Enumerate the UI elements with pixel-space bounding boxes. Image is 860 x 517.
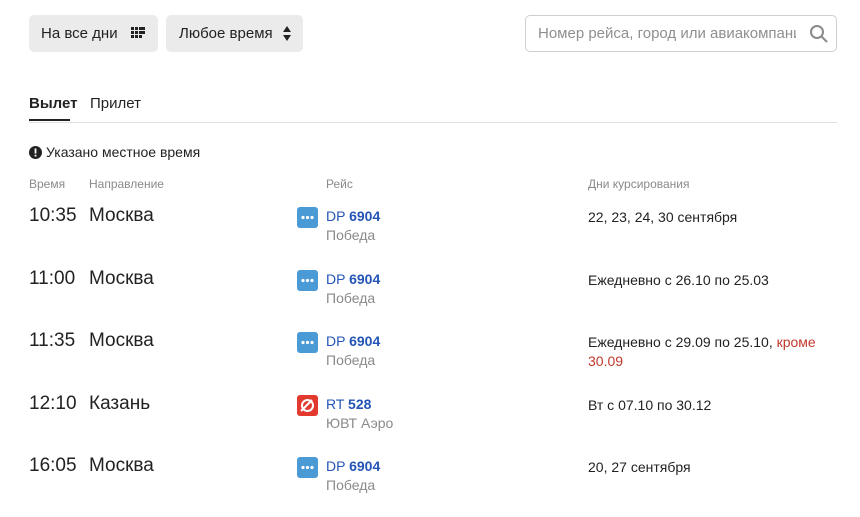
search-input[interactable] [526, 16, 796, 51]
flight-row: 12:10 Казань RT 528 ЮВТ Аэро Вт с 07.10 … [0, 393, 860, 455]
search-icon[interactable] [809, 24, 829, 44]
column-header-time: Время [29, 177, 66, 191]
flight-number: 6904 [349, 208, 381, 224]
operating-days: Ежедневно с 29.09 по 25.10, кроме 30.09 [588, 333, 828, 371]
flight-prefix: RT [326, 396, 345, 412]
any-time-label: Любое время [179, 25, 273, 42]
flight-number-link[interactable]: DP 6904 [326, 271, 380, 287]
flight-number: 6904 [349, 333, 381, 349]
destination-city[interactable]: Москва [89, 330, 154, 352]
tab-departure[interactable]: Вылет [29, 95, 77, 112]
operating-days: 20, 27 сентября [588, 458, 828, 477]
filter-toolbar: На все дни Любое время [0, 0, 860, 60]
departure-time: 16:05 [29, 455, 77, 476]
flight-number: 6904 [349, 271, 381, 287]
all-days-button[interactable]: На все дни [29, 15, 158, 52]
destination-city[interactable]: Москва [89, 268, 154, 290]
operating-days: Ежедневно с 26.10 по 25.03 [588, 271, 828, 290]
airline-name: Победа [326, 477, 376, 493]
flight-search [525, 15, 837, 52]
flight-prefix: DP [326, 208, 346, 224]
airline-name: Победа [326, 352, 376, 368]
destination-city[interactable]: Москва [89, 205, 154, 227]
airline-name: Победа [326, 227, 376, 243]
departure-time: 10:35 [29, 205, 77, 226]
flight-number-link[interactable]: DP 6904 [326, 208, 380, 224]
flight-number-link[interactable]: DP 6904 [326, 333, 380, 349]
calendar-grid-icon [131, 27, 145, 38]
pobeda-logo-icon [297, 270, 318, 291]
flight-row: 10:35 Москва DP 6904 Победа 22, 23, 24, … [0, 205, 860, 267]
column-header-days: Дни курсирования [588, 177, 690, 191]
active-tab-underline [29, 119, 70, 121]
departure-time: 11:35 [29, 330, 76, 351]
operating-days-text: Ежедневно с 26.10 по 25.03 [588, 272, 769, 288]
flight-number-link[interactable]: DP 6904 [326, 458, 380, 474]
operating-days-text: Ежедневно с 29.09 по 25.10, [588, 334, 773, 350]
operating-days: 22, 23, 24, 30 сентября [588, 208, 828, 227]
flight-prefix: DP [326, 271, 346, 287]
notice-text: Указано местное время [46, 144, 201, 160]
column-header-direction: Направление [89, 177, 164, 191]
column-header-flight: Рейс [326, 177, 353, 191]
pobeda-logo-icon [297, 207, 318, 228]
any-time-select[interactable]: Любое время [166, 15, 303, 52]
flight-number-link[interactable]: RT 528 [326, 396, 371, 412]
operating-days-text: 20, 27 сентября [588, 459, 691, 475]
all-days-label: На все дни [41, 25, 118, 42]
destination-city[interactable]: Москва [89, 455, 154, 477]
operating-days: Вт с 07.10 по 30.12 [588, 396, 828, 415]
local-time-notice: Указано местное время [29, 143, 200, 161]
flight-row: 11:35 Москва DP 6904 Победа Ежедневно с … [0, 330, 860, 392]
uvt-aero-logo-icon [297, 395, 318, 416]
direction-tabs: Вылет Прилет [29, 90, 837, 123]
flight-number: 528 [348, 396, 372, 412]
destination-city[interactable]: Казань [89, 393, 150, 415]
flight-row: 16:05 Москва DP 6904 Победа 20, 27 сентя… [0, 455, 860, 517]
flight-row: 11:00 Москва DP 6904 Победа Ежедневно с … [0, 268, 860, 330]
pobeda-logo-icon [297, 332, 318, 353]
flight-number: 6904 [349, 458, 381, 474]
select-arrows-icon [283, 26, 291, 41]
operating-days-text: Вт с 07.10 по 30.12 [588, 397, 712, 413]
departure-time: 12:10 [29, 393, 77, 414]
airline-name: ЮВТ Аэро [326, 415, 394, 431]
exclamation-icon [29, 145, 42, 159]
pobeda-logo-icon [297, 457, 318, 478]
departure-time: 11:00 [29, 268, 76, 289]
operating-days-text: 22, 23, 24, 30 сентября [588, 209, 738, 225]
flight-prefix: DP [326, 333, 346, 349]
tab-arrival[interactable]: Прилет [90, 95, 141, 112]
flight-prefix: DP [326, 458, 346, 474]
airline-name: Победа [326, 290, 376, 306]
